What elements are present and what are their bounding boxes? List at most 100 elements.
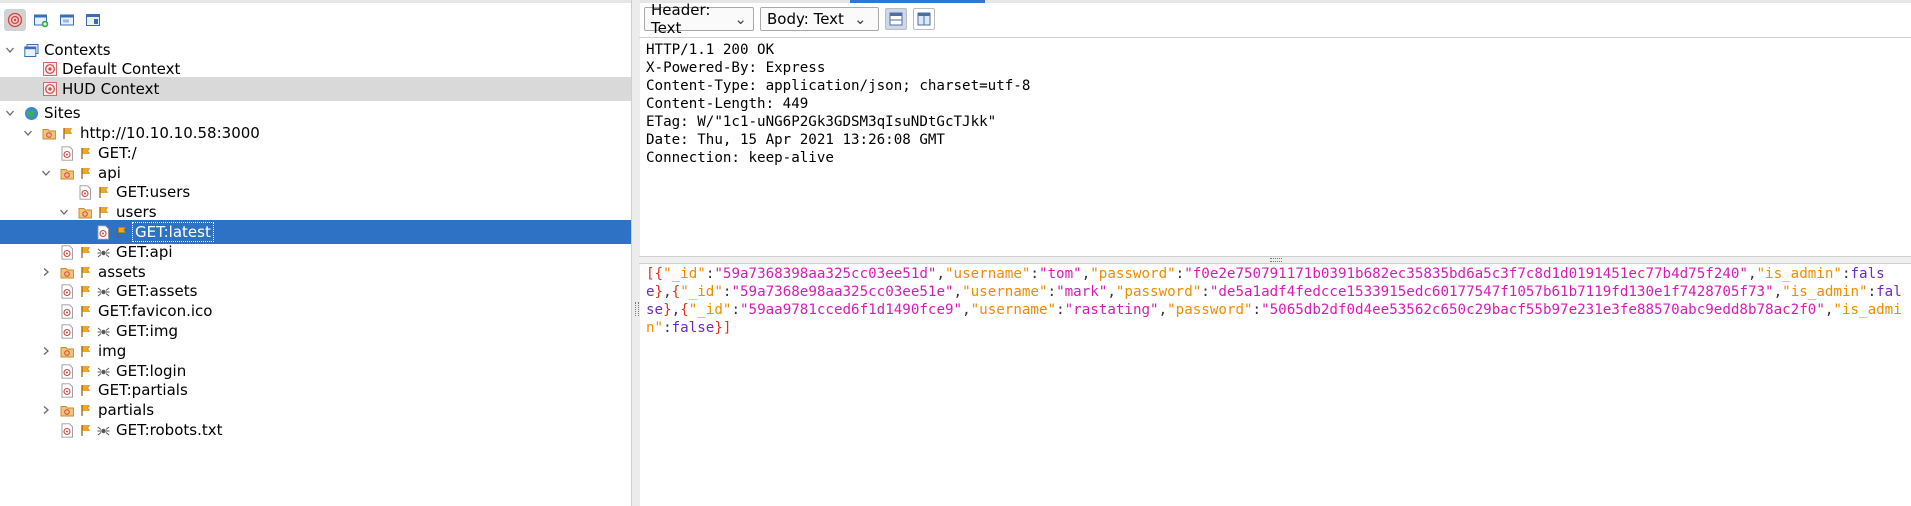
json-string-value: f0e2e750791171b0391b682ec35835bd6a5c3f7c… <box>1192 266 1740 282</box>
header-line: Content-Length: 449 <box>646 96 809 112</box>
header-line: X-Powered-By: Express <box>646 60 826 76</box>
json-quote: " <box>1073 266 1082 282</box>
node-icon <box>78 184 93 200</box>
node-icon <box>60 145 75 161</box>
body-format-value: Body: Text <box>767 10 844 28</box>
json-punct: [ <box>646 266 655 282</box>
json-punct: : <box>1175 266 1185 282</box>
response-header-text[interactable]: HTTP/1.1 200 OK X-Powered-By: Express Co… <box>639 37 1911 256</box>
tree-node-label: GET:img <box>116 322 178 340</box>
json-punct: { <box>654 266 664 282</box>
json-quote: " <box>1739 266 1748 282</box>
tree-node-label: GET:users <box>116 183 191 201</box>
chevron-down-icon: ⌄ <box>734 10 747 28</box>
chevron-down-icon[interactable] <box>40 167 52 179</box>
tree-node-hud-context[interactable]: HUD Context <box>0 77 631 101</box>
flag-icon <box>78 284 93 299</box>
json-quote: " <box>1064 302 1074 318</box>
json-key: "password" <box>1090 266 1176 282</box>
json-key: "password" <box>1167 302 1253 318</box>
window-icon <box>86 14 100 26</box>
tree-node-label: users <box>116 203 157 221</box>
json-punct: , <box>1081 266 1091 282</box>
node-icon <box>60 283 75 299</box>
chevron-down-icon[interactable] <box>4 44 16 56</box>
folder-icon <box>60 166 75 181</box>
header-format-select[interactable]: Header: Text ⌄ <box>644 1 754 37</box>
new-context-button[interactable] <box>30 9 52 31</box>
spider-icon <box>96 284 111 299</box>
node-icon <box>60 382 75 398</box>
json-punct: , <box>953 284 963 300</box>
spider-icon <box>96 364 111 379</box>
tree-node-label: HUD Context <box>62 80 160 98</box>
chevron-down-icon[interactable] <box>4 107 16 119</box>
flag-icon <box>78 403 93 418</box>
header-line: ETag: W/"1c1-uNG6P2Gk3GDSM3qIsuNDtGcTJkk… <box>646 114 997 130</box>
json-string-value: de5a1adf4fedcce1533915edc60177547f1057b6… <box>1218 284 1766 300</box>
json-punct: : <box>1867 284 1877 300</box>
flag-icon <box>114 225 129 240</box>
flag-icon <box>78 364 93 379</box>
split-vertical-button[interactable] <box>885 8 907 30</box>
tree-node-label: GET:partials <box>98 381 188 399</box>
json-punct: , <box>1773 284 1783 300</box>
folder-icon <box>42 126 57 141</box>
target-icon <box>42 82 57 97</box>
flag-icon <box>78 245 93 260</box>
tree-node-label: img <box>98 342 127 360</box>
flag-icon <box>78 383 93 398</box>
split-horizontal-button[interactable] <box>913 8 935 30</box>
spider-icon <box>96 245 111 260</box>
target-toggle-button[interactable] <box>4 9 26 31</box>
globe-icon <box>24 106 39 121</box>
json-punct: : <box>731 302 740 318</box>
flag-icon <box>78 166 93 181</box>
json-punct: : <box>1056 302 1065 318</box>
json-punct: : <box>1252 302 1262 318</box>
chevron-right-icon[interactable] <box>40 404 52 416</box>
json-key: "_id" <box>663 266 706 282</box>
header-line: Date: Thu, 15 Apr 2021 13:26:08 GMT <box>646 132 945 148</box>
json-punct: , <box>671 302 681 318</box>
json-string-value: 59a7368398aa325cc03ee51d <box>722 266 928 282</box>
json-quote: " <box>1765 284 1774 300</box>
response-body-text[interactable]: [{"_id":"59a7368398aa325cc03ee51d","user… <box>639 263 1911 506</box>
node-icon <box>60 422 75 438</box>
header-line: Content-Type: application/json; charset=… <box>646 78 1031 94</box>
context-list-button[interactable] <box>56 9 78 31</box>
json-punct: , <box>1158 302 1168 318</box>
chevron-right-icon[interactable] <box>40 266 52 278</box>
body-format-select[interactable]: Body: Text ⌄ <box>760 7 879 31</box>
tree-node-label: Sites <box>44 104 81 122</box>
json-punct: , <box>1107 284 1116 300</box>
chevron-right-icon[interactable] <box>40 345 52 357</box>
new-context-icon <box>34 14 49 28</box>
chevron-down-icon[interactable] <box>58 206 70 218</box>
target-icon <box>42 62 57 77</box>
tree-node-get-robots-txt[interactable]: GET:robots.txt <box>0 418 631 442</box>
node-icon <box>60 303 75 319</box>
json-quote: " <box>953 302 963 318</box>
json-punct: , <box>936 266 945 282</box>
node-icon <box>60 363 75 379</box>
split-horizontal-icon <box>917 12 931 26</box>
json-punct: : <box>1030 266 1039 282</box>
json-punct: : <box>1047 284 1057 300</box>
window-button[interactable] <box>82 9 104 31</box>
node-icon <box>60 323 75 339</box>
header-line: HTTP/1.1 200 OK <box>646 42 775 58</box>
spider-icon <box>96 423 111 438</box>
sites-panel: Contexts Default Context HUD Context Sites h… <box>0 0 631 506</box>
tree-node-label: GET:favicon.ico <box>98 302 213 320</box>
folder-icon <box>60 403 75 418</box>
chevron-down-icon[interactable] <box>22 127 34 139</box>
json-punct: } <box>654 284 664 300</box>
json-bool-value: false <box>671 320 715 336</box>
json-quote: " <box>1184 266 1193 282</box>
json-punct: : <box>1201 284 1210 300</box>
json-punct: : <box>663 320 672 336</box>
flag-icon <box>78 324 93 339</box>
json-punct: , <box>962 302 971 318</box>
tree-node-label: Default Context <box>62 60 181 78</box>
